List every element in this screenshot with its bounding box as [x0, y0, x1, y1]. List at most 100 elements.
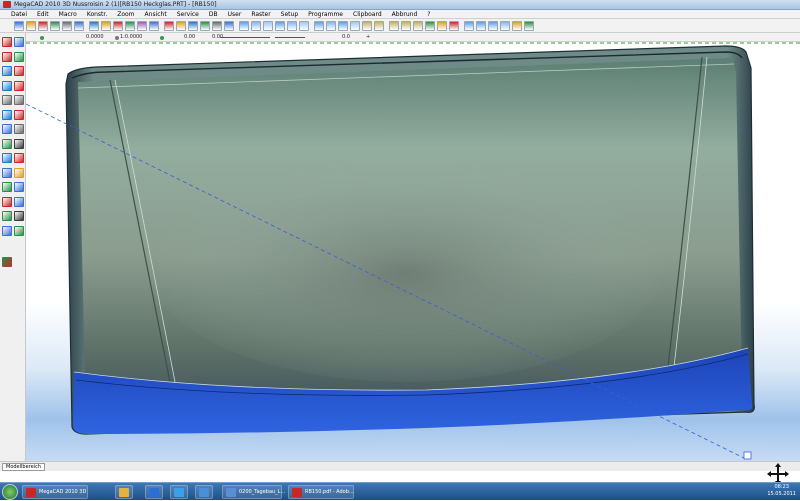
left-tool-3-icon[interactable]: [14, 51, 24, 62]
left-tool-7-icon[interactable]: [14, 80, 24, 91]
menu-item-7[interactable]: DB: [204, 10, 223, 18]
menu-item-4[interactable]: Zoom: [112, 10, 139, 18]
left-tool-0-icon[interactable]: [2, 37, 12, 47]
left-tool-26-icon[interactable]: [2, 225, 12, 236]
menu-item-5[interactable]: Ansicht: [140, 10, 172, 18]
left-tool-10-icon[interactable]: [2, 109, 12, 120]
left-tool-2-icon[interactable]: [2, 51, 12, 62]
megacad-app-icon[interactable]: [3, 1, 11, 8]
toolbar-button-33-icon[interactable]: [425, 21, 435, 31]
left-tool-22-icon[interactable]: [2, 196, 12, 207]
toolbar-button-31-icon[interactable]: [401, 21, 411, 31]
taskbar-app-6[interactable]: RB150.pdf - Adob...: [288, 485, 354, 499]
tab-model-space[interactable]: Modellbereich: [2, 463, 45, 471]
toolbar-button-21-icon[interactable]: [275, 21, 285, 31]
toolbar-button-22-icon[interactable]: [287, 21, 297, 31]
menu-item-3[interactable]: Konstr.: [82, 10, 112, 18]
toolbar-button-10-icon[interactable]: [137, 21, 147, 31]
toolbar-button-29-icon[interactable]: [374, 21, 384, 31]
plus-button[interactable]: +: [366, 34, 370, 40]
left-tool-20-icon[interactable]: [2, 182, 12, 192]
toolbar-button-11-icon[interactable]: [149, 21, 159, 31]
width-slider[interactable]: [275, 37, 305, 38]
coord-field-c[interactable]: 0.00: [184, 34, 195, 40]
menu-item-6[interactable]: Service: [172, 10, 204, 18]
toolbar-button-16-icon[interactable]: [212, 21, 222, 31]
left-tool-5-icon[interactable]: [14, 66, 24, 76]
left-tool-27-icon[interactable]: [14, 225, 24, 236]
left-tool-25-icon[interactable]: [14, 211, 24, 221]
toolbar-button-3-icon[interactable]: [50, 21, 60, 31]
taskbar-app-2[interactable]: [145, 485, 163, 499]
taskbar-app-0[interactable]: MegaCAD 2010 3D: [22, 485, 88, 499]
toolbar-button-41-icon[interactable]: [524, 21, 534, 31]
toolbar-button-24-icon[interactable]: [314, 21, 324, 31]
taskbar-app-1[interactable]: [115, 485, 133, 499]
toolbar-button-19-icon[interactable]: [251, 21, 261, 31]
grid-toggle-icon[interactable]: [160, 36, 164, 40]
angle-slider[interactable]: [220, 37, 270, 38]
menu-item-9[interactable]: Raster: [246, 10, 275, 18]
left-tool-4-icon[interactable]: [2, 66, 12, 76]
left-tool-1-icon[interactable]: [14, 37, 24, 47]
toolbar-button-27-icon[interactable]: [350, 21, 360, 31]
toolbar-button-23-icon[interactable]: [299, 21, 309, 31]
toolbar-button-36-icon[interactable]: [464, 21, 474, 31]
toolbar-button-20-icon[interactable]: [263, 21, 273, 31]
toolbar-button-38-icon[interactable]: [488, 21, 498, 31]
menu-item-1[interactable]: Edit: [32, 10, 54, 18]
start-button[interactable]: [2, 484, 18, 500]
toolbar-button-17-icon[interactable]: [224, 21, 234, 31]
left-tool-24-icon[interactable]: [2, 211, 12, 221]
toolbar-button-26-icon[interactable]: [338, 21, 348, 31]
toolbar-button-15-icon[interactable]: [200, 21, 210, 31]
left-tool-8-icon[interactable]: [2, 95, 12, 105]
toolbar-button-0-icon[interactable]: [14, 21, 24, 31]
clock[interactable]: 08:23 15.05.2011: [767, 484, 796, 498]
left-tool-17-icon[interactable]: [14, 153, 24, 163]
left-tool-23-icon[interactable]: [14, 196, 24, 207]
layer-tool-icon[interactable]: [2, 257, 12, 267]
toolbar-button-28-icon[interactable]: [362, 21, 372, 31]
left-tool-21-icon[interactable]: [14, 182, 24, 192]
toolbar-button-12-icon[interactable]: [164, 21, 174, 31]
coord-field-a[interactable]: 0.0000: [86, 34, 104, 40]
toolbar-button-18-icon[interactable]: [239, 21, 249, 31]
toolbar-button-39-icon[interactable]: [500, 21, 510, 31]
left-tool-14-icon[interactable]: [2, 138, 12, 149]
toolbar-button-14-icon[interactable]: [188, 21, 198, 31]
toolbar-button-30-icon[interactable]: [389, 21, 399, 31]
snap-toggle-icon[interactable]: [115, 36, 119, 40]
toolbar-button-1-icon[interactable]: [26, 21, 36, 31]
menu-item-14[interactable]: ?: [422, 10, 435, 18]
toolbar-button-25-icon[interactable]: [326, 21, 336, 31]
menu-item-2[interactable]: Macro: [54, 10, 82, 18]
left-tool-11-icon[interactable]: [14, 109, 24, 120]
left-tool-18-icon[interactable]: [2, 167, 12, 178]
left-tool-9-icon[interactable]: [14, 95, 24, 105]
toolbar-button-37-icon[interactable]: [476, 21, 486, 31]
ortho-toggle-icon[interactable]: [40, 36, 44, 40]
toolbar-button-8-icon[interactable]: [113, 21, 123, 31]
toolbar-button-34-icon[interactable]: [437, 21, 447, 31]
taskbar-app-3[interactable]: [170, 485, 188, 499]
left-tool-6-icon[interactable]: [2, 80, 12, 91]
taskbar-app-4[interactable]: [195, 485, 213, 499]
toolbar-button-35-icon[interactable]: [449, 21, 459, 31]
toolbar-button-13-icon[interactable]: [176, 21, 186, 31]
menu-item-0[interactable]: Datei: [6, 10, 32, 18]
scale-field[interactable]: 1:0.0000: [120, 34, 142, 40]
toolbar-button-40-icon[interactable]: [512, 21, 522, 31]
toolbar-button-9-icon[interactable]: [125, 21, 135, 31]
toolbar-button-6-icon[interactable]: [89, 21, 99, 31]
coord-field-e[interactable]: 0.0: [342, 34, 350, 40]
menu-item-10[interactable]: Setup: [276, 10, 303, 18]
menu-item-11[interactable]: Programme: [303, 10, 348, 18]
menu-item-12[interactable]: Clipboard: [348, 10, 387, 18]
left-tool-19-icon[interactable]: [14, 167, 24, 178]
left-tool-13-icon[interactable]: [14, 124, 24, 134]
toolbar-button-7-icon[interactable]: [101, 21, 111, 31]
cad-viewport[interactable]: [26, 42, 800, 461]
left-tool-15-icon[interactable]: [14, 138, 24, 149]
toolbar-button-32-icon[interactable]: [413, 21, 423, 31]
